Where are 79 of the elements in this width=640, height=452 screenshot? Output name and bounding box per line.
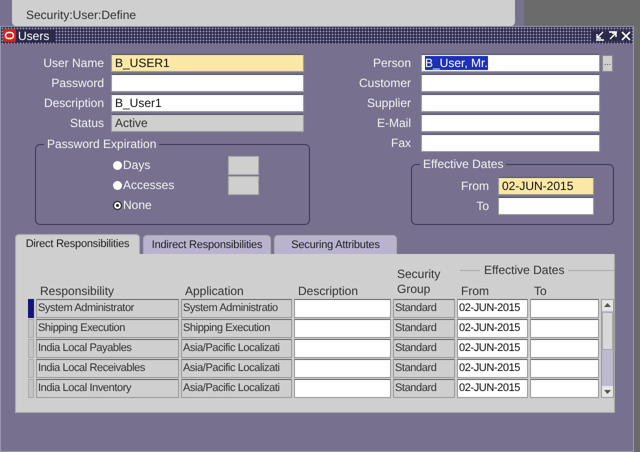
radio-button[interactable]: None xyxy=(113,195,228,215)
field-label: User Name xyxy=(42,57,104,69)
field-label: Password xyxy=(50,77,104,89)
input-field[interactable]: 02-JUN-2015 xyxy=(457,359,528,378)
table-cell: Standard xyxy=(393,379,455,398)
table-cell: System Administrator xyxy=(36,299,179,318)
input-field[interactable]: 02-JUN-2015 xyxy=(457,379,528,398)
group-title: Password Expiration xyxy=(44,138,160,150)
input-field[interactable]: 02-JUN-2015 xyxy=(498,177,594,195)
input-field[interactable] xyxy=(111,74,304,92)
group-title: Effective Dates xyxy=(420,158,506,170)
background-window-title: Security:User:Define xyxy=(12,0,515,26)
input-field[interactable] xyxy=(294,379,391,398)
radio-button[interactable]: Accesses xyxy=(113,175,228,195)
input-field[interactable] xyxy=(421,114,600,132)
input-field[interactable] xyxy=(498,197,594,215)
table-cell: Standard xyxy=(393,359,455,378)
field-label: Person xyxy=(372,57,411,69)
radio-button[interactable]: Days xyxy=(113,155,228,175)
input-field[interactable] xyxy=(228,156,259,174)
field-label: Supplier xyxy=(366,97,411,109)
field-label: E-Mail xyxy=(376,117,411,129)
input-field[interactable]: 02-JUN-2015 xyxy=(457,319,528,338)
input-field[interactable] xyxy=(294,359,391,378)
table-cell: Shipping Execution xyxy=(36,319,179,338)
field-label: Description xyxy=(42,97,104,109)
input-field[interactable] xyxy=(530,359,599,378)
list-button[interactable]: ... xyxy=(602,54,613,72)
input-field[interactable] xyxy=(228,176,259,194)
column-header: From xyxy=(460,285,490,297)
table-cell: Standard xyxy=(393,299,455,318)
input-field[interactable] xyxy=(294,339,391,358)
input-field[interactable] xyxy=(294,319,391,338)
input-field[interactable] xyxy=(530,339,599,358)
table-cell: Asia/Pacific Localizati xyxy=(181,359,292,378)
table-cell: System Administratio xyxy=(181,299,292,318)
table-cell: Asia/Pacific Localizati xyxy=(181,339,292,358)
input-field[interactable] xyxy=(421,94,600,112)
table-cell: Shipping Execution xyxy=(181,319,292,338)
tab[interactable]: Direct Responsibilities xyxy=(15,234,140,254)
input-field[interactable]: B_User, Mr. xyxy=(421,54,600,72)
table-cell: India Local Payables xyxy=(36,339,179,358)
input-field[interactable]: B_User1 xyxy=(111,94,304,112)
maximize-icon[interactable] xyxy=(608,30,618,40)
column-header: To xyxy=(533,285,548,297)
input-field[interactable] xyxy=(421,74,600,92)
scrollbar[interactable] xyxy=(601,299,614,398)
scroll-up-icon[interactable] xyxy=(602,300,613,311)
table-cell: India Local Receivables xyxy=(36,359,179,378)
table-cell: Standard xyxy=(393,339,455,358)
column-header: Responsibility xyxy=(39,285,116,297)
column-header: Description xyxy=(297,285,360,297)
scroll-down-icon[interactable] xyxy=(602,386,613,397)
field-label: Fax xyxy=(390,137,411,149)
window-title: Users xyxy=(16,30,56,42)
input-field[interactable]: Active xyxy=(111,114,304,132)
input-field[interactable] xyxy=(530,319,599,338)
column-header: Application xyxy=(184,285,245,297)
input-field[interactable]: 02-JUN-2015 xyxy=(457,339,528,358)
table-cell: Standard xyxy=(393,319,455,338)
input-field[interactable]: B_USER1 xyxy=(111,54,304,72)
scroll-thumb[interactable] xyxy=(602,312,613,350)
close-icon[interactable] xyxy=(621,30,631,40)
input-field[interactable] xyxy=(421,134,600,152)
field-label: Customer xyxy=(358,77,411,89)
tab[interactable]: Securing Attributes xyxy=(274,235,397,254)
table-cell: Asia/Pacific Localizati xyxy=(181,379,292,398)
field-label: Status xyxy=(68,117,104,129)
field-label: To xyxy=(475,200,489,212)
column-group-header: Effective Dates xyxy=(480,264,568,276)
column-header: Security Group xyxy=(396,267,442,297)
input-field[interactable] xyxy=(530,379,599,398)
input-field[interactable]: 02-JUN-2015 xyxy=(457,299,528,318)
field-label: From xyxy=(460,180,489,192)
input-field[interactable] xyxy=(294,299,391,318)
input-field[interactable] xyxy=(530,299,599,318)
tab[interactable]: Indirect Responsibilities xyxy=(143,235,271,254)
minimize-icon[interactable] xyxy=(595,30,605,40)
table-cell: India Local Inventory xyxy=(36,379,179,398)
